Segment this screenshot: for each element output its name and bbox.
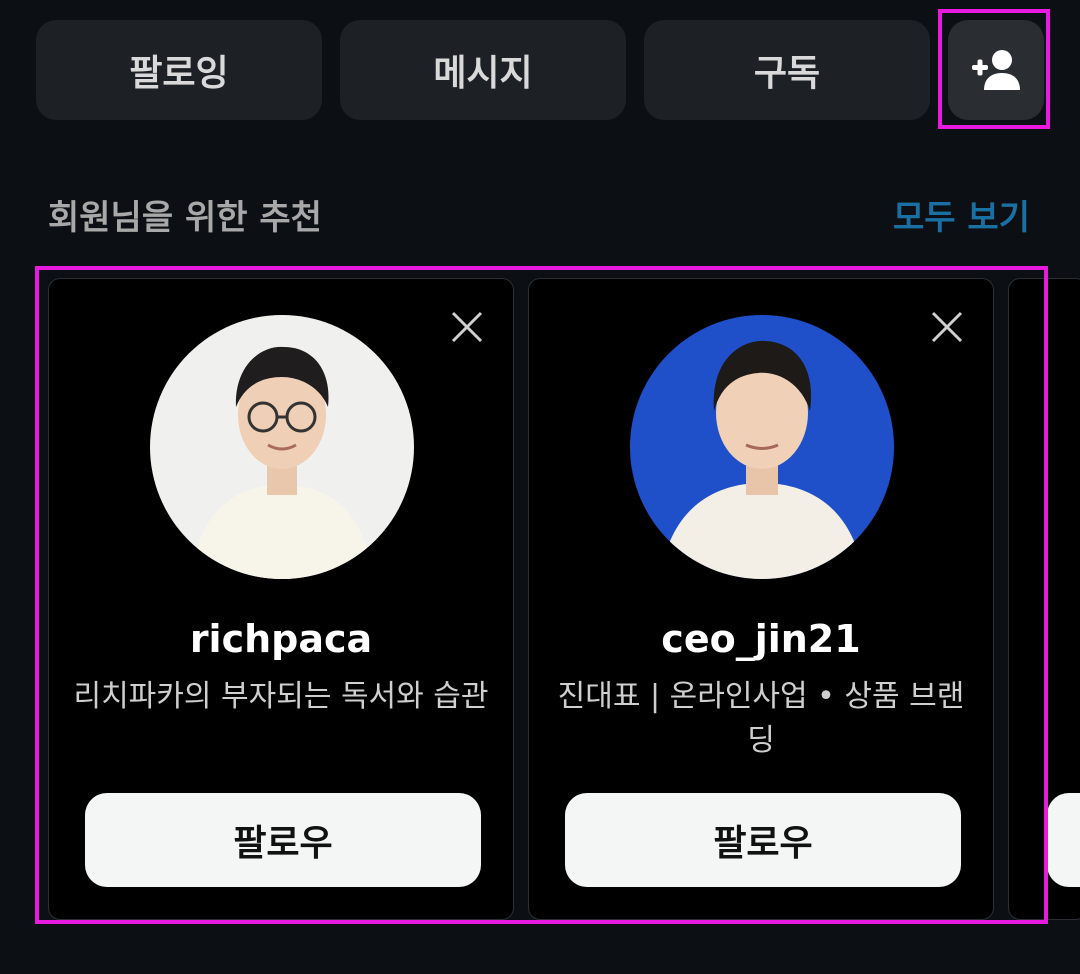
close-icon[interactable] (449, 309, 485, 345)
suggestion-card-ceo-jin21: ceo_jin21 진대표 | 온라인사업 • 상품 브랜딩 팔로우 (528, 278, 994, 920)
message-button[interactable]: 메시지 (340, 20, 626, 120)
bio-text: 진대표 | 온라인사업 • 상품 브랜딩 (557, 679, 965, 758)
suggestion-card-richpaca: richpaca 리치파카의 부자되는 독서와 습관 팔로우 (48, 278, 514, 920)
follow-button-partial[interactable] (1047, 793, 1080, 887)
close-icon[interactable] (929, 309, 965, 345)
subscribe-button[interactable]: 구독 (644, 20, 930, 120)
username[interactable]: richpaca (49, 617, 513, 661)
bio-text: 리치파카의 부자되는 독서와 습관 (73, 679, 489, 714)
avatar[interactable] (630, 315, 894, 579)
following-label: 팔로잉 (129, 53, 229, 94)
avatar-image (630, 315, 894, 579)
username[interactable]: ceo_jin21 (529, 617, 993, 661)
add-person-button[interactable] (948, 20, 1044, 120)
avatar-image (150, 315, 414, 579)
following-button[interactable]: 팔로잉 (36, 20, 322, 120)
follow-button[interactable]: 팔로우 (85, 793, 481, 887)
message-label: 메시지 (433, 53, 533, 94)
person-add-icon (972, 50, 1020, 90)
subscribe-label: 구독 (753, 53, 821, 94)
avatar[interactable] (150, 315, 414, 579)
follow-label: 팔로우 (713, 823, 813, 864)
follow-button[interactable]: 팔로우 (565, 793, 961, 887)
follow-label: 팔로우 (233, 823, 333, 864)
suggestions-title: 회원님을 위한 추천 (48, 198, 322, 238)
see-all-link[interactable]: 모두 보기 (893, 190, 1030, 239)
suggestion-card-partial[interactable] (1008, 278, 1080, 920)
